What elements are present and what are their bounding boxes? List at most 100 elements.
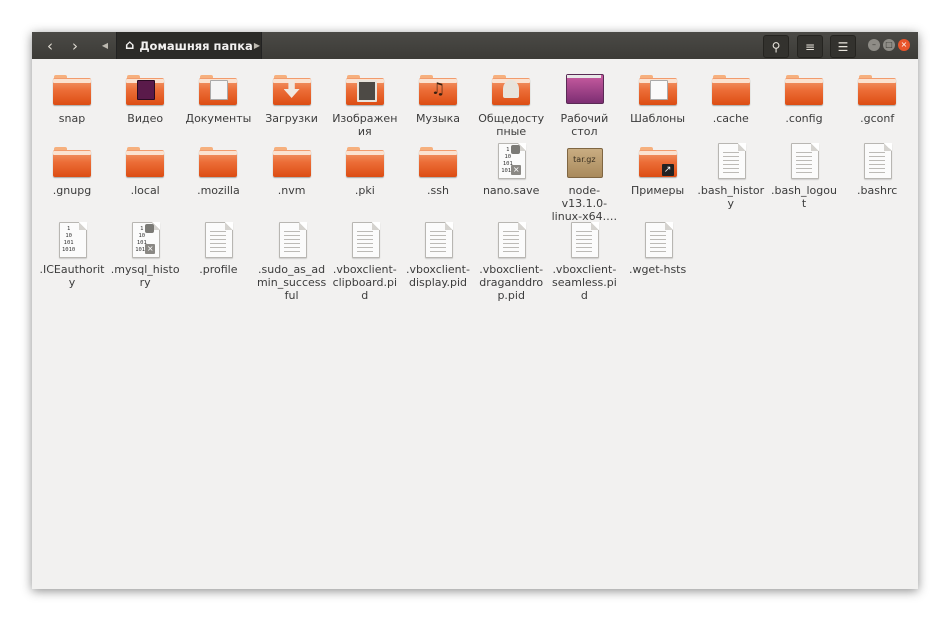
file-item[interactable]: .bashrc [842,142,912,197]
menu-icon: ☰ [837,39,849,54]
file-item-label: nano.save [482,184,540,197]
file-item[interactable]: Загрузки [257,70,327,125]
folder-icon [857,70,897,110]
path-scroll-left-button[interactable]: ◀ [98,32,112,59]
file-item[interactable]: .vboxclient-draganddrop.pid [476,221,546,302]
back-button[interactable]: ‹ [38,32,62,59]
file-item[interactable]: 1 10 101 1010 .ICEauthority [37,221,107,289]
text-document-icon [272,221,312,261]
documents-folder-icon [198,70,238,110]
binary-file-icon: 1 10 101 1010 × [491,142,531,182]
pictures-folder-icon [345,70,385,110]
folder-icon [125,142,165,182]
maximize-button[interactable]: □ [883,39,895,51]
file-item-label: .vboxclient-display.pid [406,263,470,289]
file-item[interactable]: .bash_history [696,142,766,210]
file-item[interactable]: .nvm [257,142,327,197]
file-item[interactable]: Документы [183,70,253,125]
view-options-button[interactable]: ≡ [797,35,823,58]
file-item[interactable]: Шаблоны [623,70,693,125]
file-item[interactable]: Общедоступные [476,70,546,138]
text-document-icon [564,221,604,261]
minimize-button[interactable]: – [868,39,880,51]
file-item-label: .gnupg [52,184,92,197]
file-item[interactable]: .mozilla [183,142,253,197]
folder-icon [52,70,92,110]
file-item[interactable]: 1 10 101 1010 × .mysql_history [110,221,180,289]
file-item[interactable]: snap [37,70,107,125]
file-item-label: .pki [354,184,375,197]
folder-icon [52,142,92,182]
file-item[interactable]: Изображения [330,70,400,138]
templates-folder-icon [638,70,678,110]
file-item-label: Шаблоны [630,112,686,125]
file-item-label: .bash_history [697,184,765,210]
triangle-left-icon: ◀ [101,41,109,50]
file-item-label: .profile [199,263,238,276]
file-item[interactable]: .cache [696,70,766,125]
text-document-icon [638,221,678,261]
header-bar: ‹ › ◀ ⌂ Домашняя папка ▶ ⚲ ≡ ☰ – □ × [32,32,918,59]
file-item-label: Видео [127,112,164,125]
file-item-label: .nvm [277,184,306,197]
file-item-label: .cache [712,112,749,125]
triangle-right-icon: ▶ [253,41,261,50]
file-item[interactable]: .pki [330,142,400,197]
text-document-icon [418,221,458,261]
file-item[interactable]: .config [769,70,839,125]
minimize-icon: – [872,40,876,49]
file-item[interactable]: .vboxclient-clipboard.pid [330,221,400,302]
file-item-label: snap [58,112,86,125]
search-icon: ⚲ [771,39,781,54]
folder-icon [345,142,385,182]
text-document-icon [491,221,531,261]
text-document-icon [857,142,897,182]
home-icon: ⌂ [125,38,135,53]
file-item[interactable]: .sudo_as_admin_successful [257,221,327,302]
file-item[interactable]: .ssh [403,142,473,197]
file-item[interactable]: .bash_logout [769,142,839,210]
file-item-label: Загрузки [265,112,318,125]
close-icon: × [900,40,908,49]
file-item[interactable]: .gnupg [37,142,107,197]
file-item[interactable]: ↗ Примеры [623,142,693,197]
search-button[interactable]: ⚲ [763,35,789,58]
chevron-right-icon: › [72,36,78,55]
folder-icon [784,70,824,110]
text-document-icon [345,221,385,261]
public-folder-icon [491,70,531,110]
file-item[interactable]: Рабочий стол [549,70,619,138]
file-manager-window: ‹ › ◀ ⌂ Домашняя папка ▶ ⚲ ≡ ☰ – □ × sna… [32,32,918,589]
file-item-label: .ssh [427,184,449,197]
binary-file-icon: 1 10 101 1010 [52,221,92,261]
file-item-label: .bashrc [857,184,898,197]
file-item[interactable]: 1 10 101 1010 × nano.save [476,142,546,197]
breadcrumb-label: Домашняя папка [139,38,253,53]
file-item[interactable]: .wget-hsts [623,221,693,276]
file-item[interactable]: Видео [110,70,180,125]
file-item-label: .bash_logout [771,184,837,210]
file-item-label: .wget-hsts [628,263,687,276]
file-grid: snap Видео Документы Загрузки Изображения ♫ Му… [32,59,918,589]
file-item[interactable]: .vboxclient-seamless.pid [549,221,619,302]
path-scroll-right-button[interactable]: ▶ [250,32,264,59]
file-item[interactable]: ♫ Музыка [403,70,473,125]
file-item[interactable]: .vboxclient-display.pid [403,221,473,289]
file-item[interactable]: .profile [183,221,253,276]
file-item[interactable]: .local [110,142,180,197]
file-item-label: Общедоступные [478,112,545,138]
close-button[interactable]: × [898,39,910,51]
menu-button[interactable]: ☰ [830,35,856,58]
file-item-label: .sudo_as_admin_successful [256,263,327,302]
file-item-label: Примеры [631,184,685,197]
file-item[interactable]: tar.gz node-v13.1.0-linux-x64.… [549,142,619,223]
text-document-icon [784,142,824,182]
file-item-label: .ICEauthority [39,263,105,289]
forward-button[interactable]: › [63,32,87,59]
file-item[interactable]: .gconf [842,70,912,125]
folder-icon [272,142,312,182]
file-item-label: Музыка [416,112,460,125]
breadcrumb-home[interactable]: ⌂ Домашняя папка [116,32,262,59]
file-item-label: .vboxclient-draganddrop.pid [479,263,544,302]
video-folder-icon [125,70,165,110]
